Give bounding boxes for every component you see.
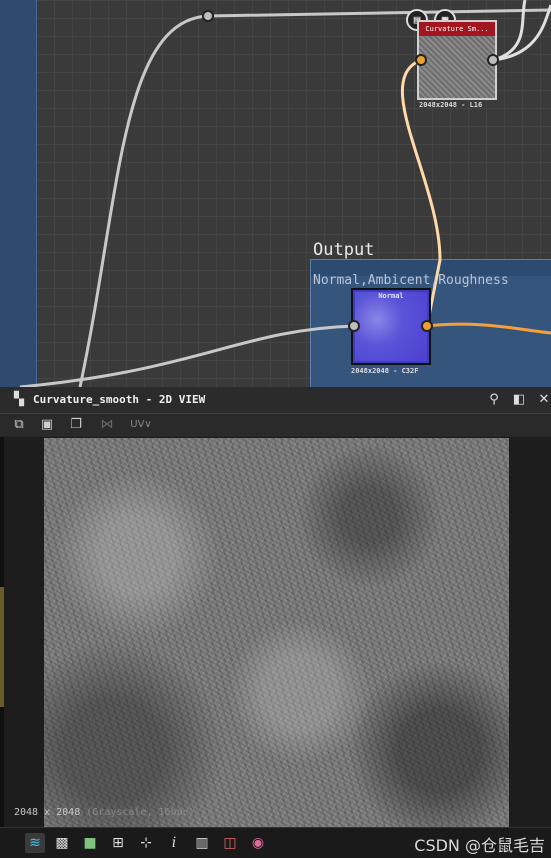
bottom-toolbar: ≋ ▩ ■ ⊞ ⊹ i ▥ ◫ ◉ CSDN @仓鼠毛吉 bbox=[0, 827, 551, 858]
curvature-texture-preview[interactable] bbox=[44, 438, 509, 829]
node-normal-info: 2048x2048 - C32F bbox=[351, 367, 419, 375]
view-2d-panel: ▚ Curvature_smooth - 2D VIEW ⚲ ◧ ✕ ⧉ ▣ ❐… bbox=[0, 387, 551, 858]
pin-icon[interactable]: ⚲ bbox=[485, 391, 503, 409]
copy-icon[interactable]: ❐ bbox=[67, 416, 85, 434]
uv-dropdown[interactable]: UV∨ bbox=[128, 416, 154, 434]
wire-orange bbox=[426, 322, 551, 335]
node-curvature-thumbnail bbox=[419, 36, 495, 98]
layers-icon[interactable]: ≋ bbox=[25, 833, 45, 853]
port-top-wire[interactable] bbox=[202, 10, 214, 22]
frame-description: Normal,Ambicent,Roughness bbox=[313, 273, 509, 288]
node-normal-title: Normal bbox=[378, 292, 404, 300]
node-curvature-input-port[interactable] bbox=[415, 54, 427, 66]
node-curvature-info: 2048x2048 - L16 bbox=[419, 101, 483, 109]
transparency-checker-icon[interactable]: ▩ bbox=[52, 833, 72, 853]
color-wheel-icon[interactable]: ◉ bbox=[248, 833, 268, 853]
view-2d-icon: ▚ bbox=[14, 392, 24, 407]
info-icon[interactable]: i bbox=[164, 833, 184, 853]
image-status: 2048 x 2048 (Grayscale, 16bpc) bbox=[14, 807, 195, 818]
node-normal-output[interactable]: Normal bbox=[351, 288, 431, 365]
node-normal-output-port[interactable] bbox=[421, 320, 433, 332]
wire-lower bbox=[19, 324, 355, 387]
node-curvature-title: Curvature Sm... bbox=[419, 22, 495, 36]
panel-toolbar: ⧉ ▣ ❐ ⋈ UV∨ bbox=[0, 414, 551, 436]
display-settings-icon[interactable]: ◫ bbox=[220, 833, 240, 853]
share-icon[interactable]: ⋈ bbox=[98, 416, 116, 434]
pixel-ruler-icon[interactable]: ⊹ bbox=[136, 833, 156, 853]
histogram-icon[interactable]: ▥ bbox=[192, 833, 212, 853]
viewport-edge-accent bbox=[0, 587, 4, 707]
color-channels-icon[interactable]: ■ bbox=[80, 833, 100, 853]
node-graph[interactable]: ▤ ▦ Curvature Sm... 2048x2048 - L16 Outp… bbox=[0, 0, 551, 387]
frame-title: Output bbox=[313, 240, 375, 260]
panel-titlebar[interactable]: ▚ Curvature_smooth - 2D VIEW ⚲ ◧ ✕ bbox=[0, 387, 551, 414]
node-curvature-smooth[interactable]: Curvature Sm... bbox=[417, 20, 497, 100]
node-curvature-output-port[interactable] bbox=[487, 54, 499, 66]
tiling-grid-icon[interactable]: ⊞ bbox=[108, 833, 128, 853]
texture-viewport[interactable] bbox=[0, 437, 551, 829]
node-normal-input-port[interactable] bbox=[348, 320, 360, 332]
close-icon[interactable]: ✕ bbox=[535, 391, 551, 409]
status-resolution: 2048 x 2048 bbox=[14, 807, 81, 818]
copy-view-icon[interactable]: ⧉ bbox=[10, 416, 28, 434]
panel-title: Curvature_smooth - 2D VIEW bbox=[33, 393, 206, 406]
save-icon[interactable]: ▣ bbox=[38, 416, 56, 434]
watermark: CSDN @仓鼠毛吉 bbox=[414, 836, 545, 855]
maximize-icon[interactable]: ◧ bbox=[510, 391, 528, 409]
status-format: (Grayscale, 16bpc) bbox=[86, 807, 195, 818]
node-normal-thumbnail bbox=[355, 292, 427, 361]
